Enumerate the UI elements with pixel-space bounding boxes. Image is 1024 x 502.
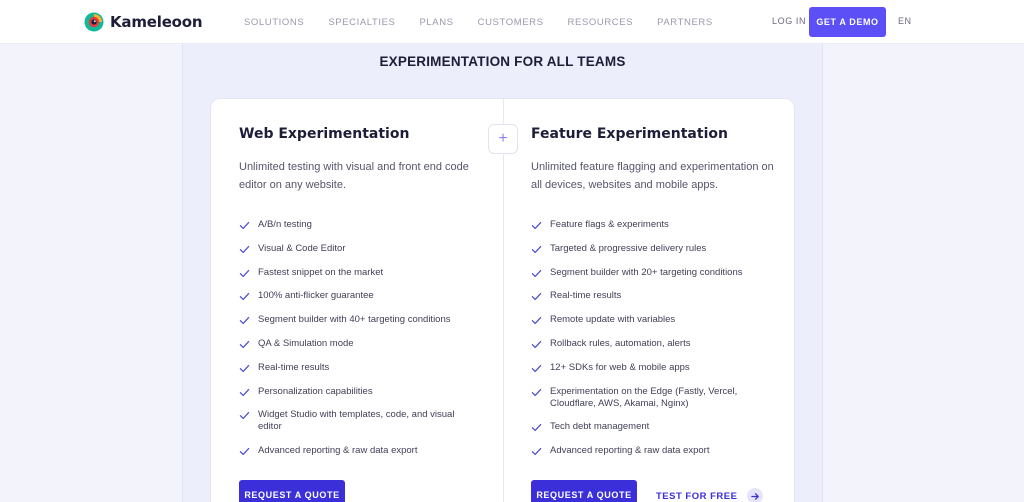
- feature-feature-item: Feature flags & experiments: [531, 219, 771, 231]
- check-icon: [531, 448, 542, 456]
- feature-item-label: Tech debt management: [550, 421, 650, 433]
- brand-name: Kameleoon: [110, 13, 203, 31]
- check-icon: [531, 269, 542, 277]
- main-nav: SOLUTIONS SPECIALTIES PLANS CUSTOMERS RE…: [244, 0, 737, 44]
- arrow-right-icon: [747, 488, 764, 502]
- web-feature-item: Fastest snippet on the market: [239, 267, 479, 279]
- feature-item-label: Rollback rules, automation, alerts: [550, 337, 691, 349]
- nav-item-customers[interactable]: CUSTOMERS: [478, 17, 544, 28]
- feature-item-label: 100% anti-flicker guarantee: [258, 290, 374, 302]
- feature-item-label: Segment builder with 20+ targeting condi…: [550, 266, 743, 278]
- language-selector[interactable]: EN: [898, 16, 912, 26]
- feature-item-label: QA & Simulation mode: [258, 337, 354, 349]
- feature-item-label: Targeted & progressive delivery rules: [550, 242, 707, 254]
- web-feature-item: Segment builder with 40+ targeting condi…: [239, 314, 479, 326]
- feature-item-label: Remote update with variables: [550, 314, 676, 326]
- web-feature-list: A/B/n testing Visual & Code Editor Fastest…: [239, 219, 479, 469]
- check-icon: [239, 221, 250, 230]
- nav-item-plans[interactable]: PLANS: [419, 17, 453, 28]
- check-icon: [531, 364, 542, 372]
- feature-request-quote-button[interactable]: REQUEST A QUOTE: [531, 480, 637, 502]
- check-icon: [239, 293, 250, 301]
- test-for-free-label: TEST FOR FREE: [656, 490, 738, 502]
- web-feature-item: 100% anti-flicker guarantee: [239, 290, 479, 302]
- check-icon: [239, 269, 250, 277]
- feature-item-label: Personalization capabilities: [258, 385, 373, 397]
- section-title: EXPERIMENTATION FOR ALL TEAMS: [379, 54, 626, 69]
- check-icon: [239, 317, 250, 325]
- feature-item-label: Visual & Code Editor: [258, 242, 346, 254]
- feature-experimentation-description: Unlimited feature flagging and experimen…: [531, 161, 774, 191]
- feature-item-label: A/B/n testing: [258, 219, 312, 230]
- web-feature-item: A/B/n testing: [239, 219, 479, 231]
- feature-feature-item: Remote update with variables: [531, 314, 771, 326]
- check-icon: [531, 317, 542, 325]
- feature-feature-item: Targeted & progressive delivery rules: [531, 243, 771, 255]
- site-header: Kameleoon SOLUTIONS SPECIALTIES PLANS CU…: [0, 0, 1024, 44]
- check-icon: [531, 340, 542, 349]
- feature-item-label: Segment builder with 40+ targeting condi…: [258, 314, 451, 326]
- nav-item-specialties[interactable]: SPECIALTIES: [328, 17, 395, 28]
- web-request-quote-button[interactable]: REQUEST A QUOTE: [239, 480, 345, 502]
- web-feature-item: QA & Simulation mode: [239, 338, 479, 350]
- check-icon: [239, 388, 250, 396]
- plans-card: + Web Experimentation Unlimited testing …: [210, 98, 795, 502]
- feature-item-label: Advanced reporting & raw data export: [550, 445, 710, 457]
- web-feature-item: Widget Studio with templates, code, and …: [239, 409, 479, 433]
- feature-item-label: Fastest snippet on the market: [258, 266, 384, 278]
- test-for-free-link[interactable]: TEST FOR FREE: [656, 488, 764, 502]
- feature-item-label: 12+ SDKs for web & mobile apps: [550, 361, 690, 373]
- web-feature-item: Visual & Code Editor: [239, 243, 479, 255]
- web-feature-item: Advanced reporting & raw data export: [239, 445, 479, 457]
- feature-item-label: Widget Studio with templates, code, and …: [258, 409, 455, 433]
- feature-feature-list: Feature flags & experiments Targeted & pr…: [531, 219, 771, 469]
- feature-item-label: Real-time results: [258, 361, 330, 373]
- feature-feature-item: Experimentation on the Edge (Fastly, Ver…: [531, 386, 771, 410]
- feature-feature-item: Tech debt management: [531, 421, 771, 433]
- check-icon: [239, 245, 250, 253]
- feature-item-label: Real-time results: [550, 290, 622, 302]
- nav-item-solutions[interactable]: SOLUTIONS: [244, 17, 304, 28]
- feature-feature-item: Advanced reporting & raw data export: [531, 445, 771, 457]
- plus-icon: +: [488, 124, 518, 154]
- check-icon: [239, 412, 250, 420]
- check-icon: [531, 388, 542, 396]
- web-feature-item: Real-time results: [239, 362, 479, 374]
- check-icon: [531, 293, 542, 301]
- check-icon: [531, 424, 542, 432]
- feature-feature-item: Segment builder with 20+ targeting condi…: [531, 267, 771, 279]
- check-icon: [239, 364, 250, 372]
- column-divider: [503, 99, 504, 502]
- feature-item-label: Experimentation on the Edge (Fastly, Ver…: [550, 385, 738, 409]
- nav-item-resources[interactable]: RESOURCES: [568, 17, 634, 28]
- login-link[interactable]: LOG IN: [772, 16, 806, 26]
- web-feature-item: Personalization capabilities: [239, 386, 479, 398]
- feature-feature-item: Real-time results: [531, 290, 771, 302]
- feature-feature-item: Rollback rules, automation, alerts: [531, 338, 771, 350]
- brand-logo[interactable]: Kameleoon: [84, 11, 203, 33]
- web-experimentation-title: Web Experimentation: [239, 126, 410, 142]
- check-icon: [531, 221, 542, 230]
- get-demo-button[interactable]: GET A DEMO: [809, 7, 886, 37]
- check-icon: [239, 340, 250, 349]
- kameleoon-logo-icon: [84, 12, 104, 32]
- feature-experimentation-title: Feature Experimentation: [531, 126, 728, 142]
- web-experimentation-description: Unlimited testing with visual and front …: [239, 161, 469, 191]
- check-icon: [531, 245, 542, 253]
- feature-item-label: Feature flags & experiments: [550, 219, 669, 230]
- feature-feature-item: 12+ SDKs for web & mobile apps: [531, 362, 771, 374]
- nav-item-partners[interactable]: PARTNERS: [657, 17, 713, 28]
- feature-item-label: Advanced reporting & raw data export: [258, 445, 418, 457]
- check-icon: [239, 448, 250, 456]
